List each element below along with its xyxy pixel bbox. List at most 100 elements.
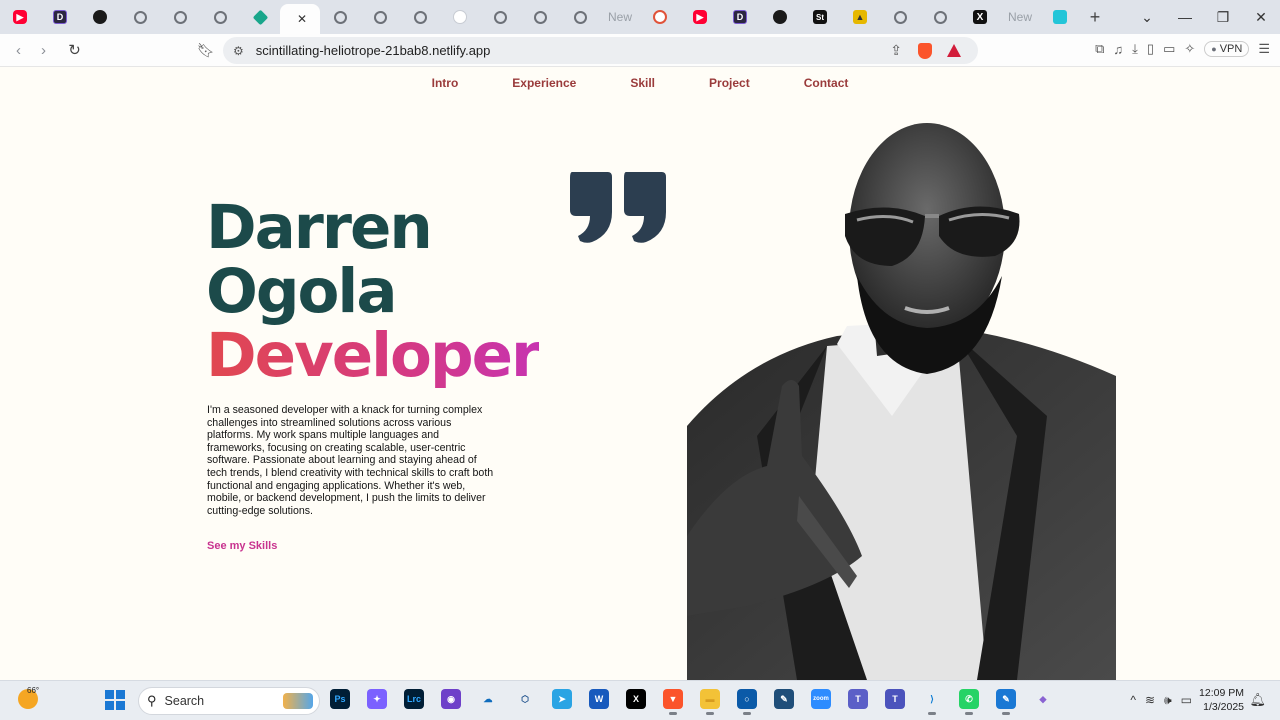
tab-search-icon[interactable]: ⌄	[1128, 9, 1166, 26]
menu-icon[interactable]: ☰	[1258, 41, 1270, 57]
browser-tab[interactable]: ▲	[840, 0, 880, 34]
word-icon[interactable]: W	[589, 689, 609, 709]
copilot-icon[interactable]: ✦	[367, 689, 387, 709]
browser-tab[interactable]	[920, 0, 960, 34]
browser-tab[interactable]: St	[800, 0, 840, 34]
whatsapp-icon[interactable]: ✆	[959, 689, 979, 715]
search-label: Search	[164, 694, 205, 708]
battery-icon[interactable]: ▭	[1181, 693, 1192, 708]
browser-tab[interactable]	[80, 0, 120, 34]
onedrive-icon[interactable]: ☁	[478, 689, 498, 709]
teams-icon[interactable]: T	[848, 689, 868, 709]
browser-tab[interactable]	[160, 0, 200, 34]
globe-icon	[133, 10, 147, 24]
github-desktop-icon[interactable]: ◉	[441, 689, 461, 709]
zoom-icon[interactable]: zoom	[811, 689, 831, 709]
browser-tab[interactable]	[560, 0, 600, 34]
cortana-icon[interactable]: ○	[737, 689, 757, 715]
start-button[interactable]	[105, 690, 125, 710]
paint-icon[interactable]: ✎	[996, 689, 1016, 715]
nav-skill[interactable]: Skill	[630, 76, 655, 90]
tab-list: ▶ D ✕ New ▶ D St ▲ X New	[0, 0, 1080, 34]
photoshop-icon[interactable]: Ps	[330, 689, 350, 709]
site-info-icon[interactable]: ⚙	[233, 44, 244, 58]
maximize-button[interactable]: ❐	[1204, 9, 1242, 26]
download-icon[interactable]: ⤓	[1132, 41, 1138, 57]
browser-tab[interactable]	[760, 0, 800, 34]
browser-tab[interactable]	[200, 0, 240, 34]
browser-tab[interactable]	[400, 0, 440, 34]
brave-icon[interactable]: ▼	[663, 689, 683, 715]
url-text[interactable]: scintillating-heliotrope-21bab8.netlify.…	[256, 43, 491, 58]
brave-shields-icon[interactable]	[918, 42, 932, 59]
file-explorer-icon[interactable]: ▬	[700, 689, 720, 715]
share-icon[interactable]: ⇪	[890, 42, 902, 59]
wallet-icon[interactable]: ▭	[1163, 41, 1175, 57]
browser-tab[interactable]	[640, 0, 680, 34]
nav-experience[interactable]: Experience	[512, 76, 576, 90]
media-icon[interactable]: ♫	[1113, 42, 1123, 57]
browser-tab[interactable]	[880, 0, 920, 34]
tray-overflow-icon[interactable]: ^	[1130, 693, 1136, 708]
extensions-icon[interactable]: ⧉	[1095, 41, 1104, 57]
browser-tab[interactable]: New	[600, 0, 640, 34]
minimize-button[interactable]: —	[1166, 9, 1204, 25]
clock-time: 12:09 PM	[1199, 687, 1244, 699]
site-nav: Intro Experience Skill Project Contact	[0, 76, 1280, 90]
see-skills-link[interactable]: See my Skills	[207, 540, 277, 552]
close-tab-icon[interactable]: ✕	[297, 12, 307, 26]
bookmark-icon[interactable]: 🔖︎	[197, 42, 215, 59]
browser-tab[interactable]: New	[1000, 0, 1040, 34]
youtube-icon: ▶	[13, 10, 27, 24]
forward-button[interactable]: ›	[31, 42, 56, 59]
browser-tab[interactable]	[360, 0, 400, 34]
browser-tab[interactable]: D	[720, 0, 760, 34]
sidebar-icon[interactable]: ▯	[1147, 41, 1154, 57]
browser-tab[interactable]	[320, 0, 360, 34]
browser-tab[interactable]	[480, 0, 520, 34]
lightroom-icon[interactable]: Lrc	[404, 689, 424, 709]
globe-icon	[933, 10, 947, 24]
nav-project[interactable]: Project	[709, 76, 750, 90]
browser-tab[interactable]	[520, 0, 560, 34]
brave-rewards-icon[interactable]	[947, 44, 961, 57]
globe-icon	[493, 10, 507, 24]
browser-tab[interactable]	[440, 0, 480, 34]
vscode-icon[interactable]: ⟩	[922, 689, 942, 715]
window-controls: ⌄ — ❐ ✕	[1128, 0, 1280, 34]
ring-icon	[653, 10, 667, 24]
telegram-icon[interactable]: ➤	[552, 689, 572, 709]
address-bar[interactable]: ⚙ scintillating-heliotrope-21bab8.netlif…	[223, 37, 978, 64]
nav-intro[interactable]: Intro	[432, 76, 459, 90]
clock[interactable]: 12:09 PM 1/3/2025	[1199, 686, 1244, 714]
gem-icon[interactable]: ◆	[1033, 689, 1053, 709]
new-tab-button[interactable]: +	[1080, 7, 1110, 28]
clock-date: 1/3/2025	[1203, 701, 1244, 713]
back-button[interactable]: ‹	[6, 42, 31, 59]
wifi-icon[interactable]: ≋	[1145, 693, 1155, 708]
notification-bell-icon[interactable]: 🔔︎	[1249, 692, 1266, 708]
browser-tab[interactable]: ▶	[0, 0, 40, 34]
taskbar-search[interactable]: ⚲ Search	[138, 687, 320, 715]
leo-icon[interactable]: ✧	[1184, 41, 1195, 57]
netlify-icon	[252, 9, 268, 25]
browser-tab[interactable]: ✕	[280, 4, 320, 34]
youtube-icon: ▶	[693, 10, 707, 24]
browser-tab[interactable]	[120, 0, 160, 34]
browser-tab[interactable]: X	[960, 0, 1000, 34]
page-content: Intro Experience Skill Project Contact D…	[0, 68, 1280, 680]
reload-button[interactable]: ↻	[62, 41, 87, 59]
teams-work-icon[interactable]: T	[885, 689, 905, 709]
browser-tab[interactable]	[1040, 0, 1080, 34]
x-app-icon[interactable]: X	[626, 689, 646, 709]
sql-icon[interactable]: ✎	[774, 689, 794, 709]
search-icon: ⚲	[147, 693, 157, 708]
close-window-button[interactable]: ✕	[1242, 9, 1280, 26]
nav-contact[interactable]: Contact	[804, 76, 849, 90]
browser-tab[interactable]	[240, 0, 280, 34]
box-icon[interactable]: ⬡	[515, 689, 535, 709]
browser-tab[interactable]: ▶	[680, 0, 720, 34]
volume-icon[interactable]: 🕪︎	[1164, 693, 1172, 708]
vpn-button[interactable]: VPN	[1204, 41, 1250, 57]
browser-tab[interactable]: D	[40, 0, 80, 34]
